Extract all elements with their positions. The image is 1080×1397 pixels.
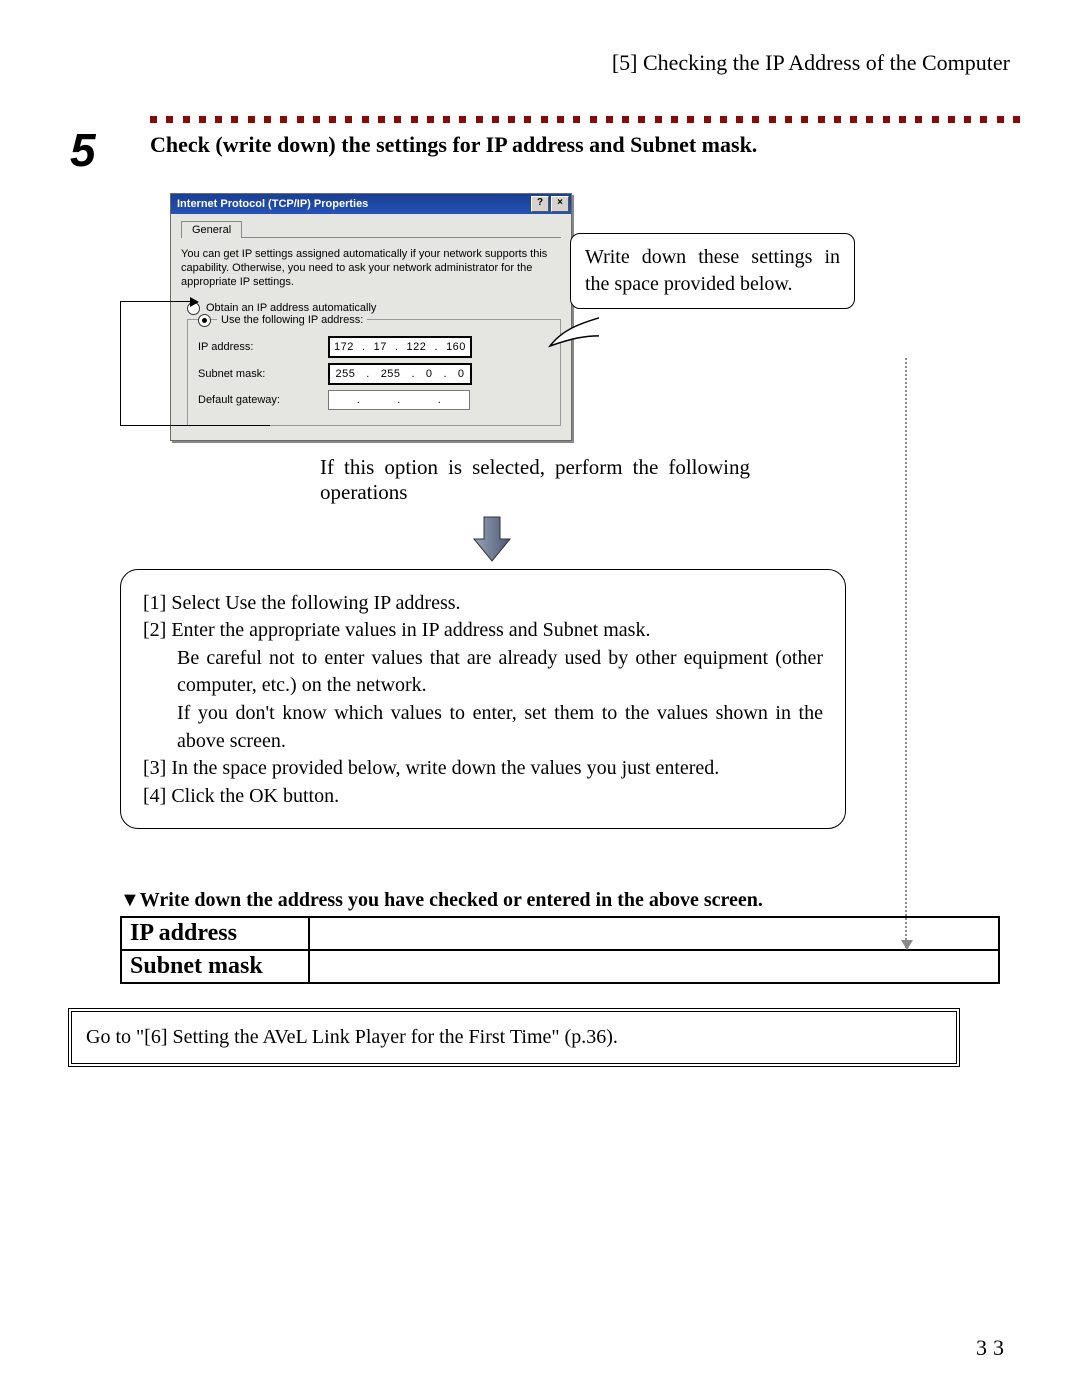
operation-step: [3] In the space provided below, write d… — [143, 755, 823, 783]
operation-step: [2] Enter the appropriate values in IP a… — [143, 617, 823, 645]
operations-box: [1] Select Use the following IP address.… — [120, 569, 846, 830]
operation-step: [1] Select Use the following IP address. — [143, 590, 823, 618]
callout-bubble: Write down these settings in the space p… — [570, 233, 855, 309]
callout-tail — [550, 311, 610, 376]
radio-icon[interactable] — [198, 314, 211, 327]
subnet-mask-field[interactable]: 255. 255. 0. 0 — [328, 363, 472, 385]
dialog-titlebar: Internet Protocol (TCP/IP) Properties ? … — [171, 194, 571, 214]
tab-general[interactable]: General — [181, 221, 242, 238]
dotted-rule — [60, 116, 1020, 124]
operation-note: If you don't know which values to enter,… — [177, 700, 823, 755]
goto-box: Go to "[6] Setting the AVeL Link Player … — [68, 1008, 960, 1067]
default-gateway-field[interactable]: . . . — [328, 390, 470, 410]
table-row: IP address — [121, 917, 999, 950]
dialog-description: You can get IP settings assigned automat… — [181, 248, 561, 289]
operation-note: Be careful not to enter values that are … — [177, 645, 823, 700]
cell-label-subnet: Subnet mask — [121, 950, 309, 983]
radio-use-following-label: Use the following IP address: — [217, 314, 367, 326]
radio-label: Obtain an IP address automatically — [206, 302, 376, 314]
table-row: Subnet mask — [121, 950, 999, 983]
help-button[interactable]: ? — [531, 196, 549, 212]
auto-option-note: If this option is selected, perform the … — [320, 455, 750, 505]
flow-arrow-down — [905, 358, 907, 948]
writein-heading: ▼Write down the address you have checked… — [120, 889, 1020, 912]
label-default-gateway: Default gateway: — [198, 394, 328, 406]
cell-label-ip: IP address — [121, 917, 309, 950]
ip-address-field[interactable]: 172. 17. 122. 160 — [328, 336, 472, 358]
tcpip-properties-dialog: Internet Protocol (TCP/IP) Properties ? … — [170, 193, 572, 440]
down-arrow-icon — [470, 515, 1020, 563]
fieldset-manual-ip: Use the following IP address: IP address… — [187, 319, 561, 426]
close-button[interactable]: × — [551, 196, 569, 212]
step-title: Check (write down) the settings for IP a… — [150, 130, 757, 158]
cell-value-ip[interactable] — [309, 917, 999, 950]
writein-table: IP address Subnet mask — [120, 916, 1000, 984]
section-header: [5] Checking the IP Address of the Compu… — [60, 50, 1020, 76]
label-subnet-mask: Subnet mask: — [198, 368, 328, 380]
page-number: 33 — [976, 1335, 1010, 1361]
label-ip-address: IP address: — [198, 341, 328, 353]
dialog-title: Internet Protocol (TCP/IP) Properties — [177, 198, 368, 210]
step-number: 5 — [60, 130, 150, 171]
operation-step: [4] Click the OK button. — [143, 783, 823, 811]
cell-value-subnet[interactable] — [309, 950, 999, 983]
